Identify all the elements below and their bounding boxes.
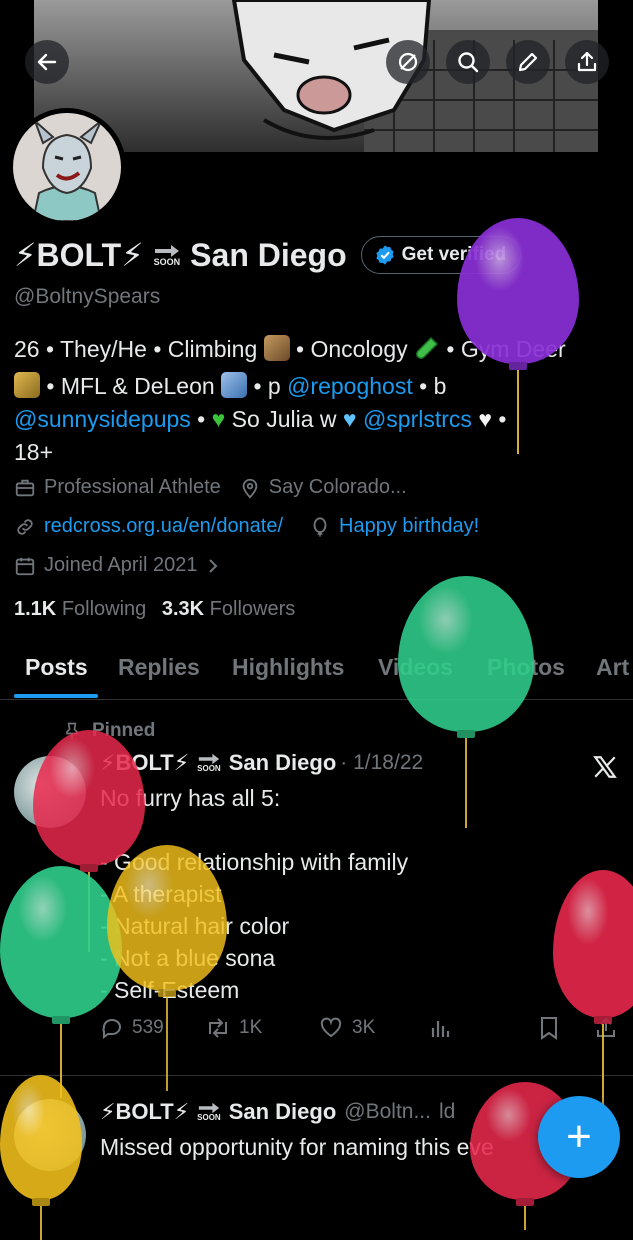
weightlifter-emoji-icon <box>14 372 40 398</box>
profile-meta-row-2: redcross.org.ua/en/donate/ Happy birthda… <box>14 515 479 538</box>
profile-meta-row-1: Professional Athlete Say Colorado... <box>14 476 407 499</box>
post-author-location: San Diego <box>228 750 337 775</box>
hide-icon <box>398 52 418 72</box>
soon-badge: SOON <box>197 753 221 773</box>
analytics-icon <box>431 1021 450 1037</box>
balloon-icon <box>0 1075 82 1240</box>
active-tab-indicator <box>14 694 98 698</box>
verified-badge-icon <box>376 245 394 265</box>
share-icon <box>577 51 597 72</box>
arrow-left-icon <box>37 53 57 71</box>
back-button[interactable] <box>25 40 69 84</box>
following-link[interactable]: 1.1K Following <box>14 598 146 620</box>
post-handle: @Boltn... <box>344 1100 431 1123</box>
birthday-link[interactable]: Happy birthday! <box>339 515 479 538</box>
mention-sprlstrcs[interactable]: @sprlstrcs <box>363 406 472 432</box>
tab-art[interactable]: Art <box>596 654 629 681</box>
balloon-icon <box>398 576 534 828</box>
blue-heart-icon: ♥ <box>342 406 357 432</box>
search-icon <box>458 52 479 73</box>
joined-date: Joined April 2021 <box>44 554 198 576</box>
tab-replies[interactable]: Replies <box>118 654 200 681</box>
balloon-icon <box>0 866 122 1098</box>
profile-meta-row-3[interactable]: Joined April 2021 <box>14 554 221 577</box>
display-name: ⚡BOLT⚡ <box>14 237 144 273</box>
edit-button[interactable] <box>506 40 550 84</box>
chevron-right-icon <box>209 558 218 573</box>
post-time: ld <box>438 1100 456 1123</box>
x-logo-icon <box>593 756 617 778</box>
green-heart-icon: ♥ <box>211 406 226 432</box>
tab-posts[interactable]: Posts <box>25 654 88 681</box>
post-text: Missed opportunity for naming this eve <box>100 1134 494 1160</box>
display-name-location: San Diego <box>190 236 347 273</box>
tab-highlights[interactable]: Highlights <box>232 654 344 681</box>
soon-badge: SOON <box>197 1102 221 1122</box>
profile-website-link[interactable]: redcross.org.ua/en/donate/ <box>44 515 283 538</box>
post-author-name: ⚡BOLT⚡ <box>100 1099 190 1124</box>
arrow-right-icon <box>154 244 179 257</box>
necktie-emoji-icon <box>221 372 248 398</box>
profile-tabs: Posts Replies Highlights Videos Photos A… <box>0 650 633 700</box>
compose-button[interactable]: + <box>538 1096 620 1178</box>
like-button[interactable]: 3K <box>318 1016 375 1040</box>
followers-link[interactable]: 3.3K Followers <box>162 598 295 620</box>
share-button[interactable] <box>565 40 609 84</box>
mention-sunnysidepups[interactable]: @sunnysidepups <box>14 406 191 432</box>
avatar <box>13 113 121 221</box>
calendar-icon <box>15 557 35 575</box>
balloon-icon <box>457 218 579 454</box>
hide-button[interactable] <box>386 40 430 84</box>
post-header: ⚡BOLT⚡ SOON San Diego · 1/18/22 <box>100 750 423 776</box>
edit-icon <box>518 52 538 72</box>
briefcase-icon <box>15 479 35 496</box>
balloon-icon <box>553 870 633 1108</box>
balloon-icon <box>107 845 227 1091</box>
search-button[interactable] <box>446 40 490 84</box>
soon-badge: SOON <box>154 244 180 267</box>
profile-avatar[interactable] <box>8 108 126 226</box>
views-button[interactable] <box>430 1016 452 1040</box>
follow-counts: 1.1K Following 3.3K Followers <box>14 598 295 621</box>
mention-repoghost[interactable]: @repoghost <box>287 373 413 399</box>
location-pin-icon <box>242 478 258 498</box>
balloon-icon <box>313 516 327 537</box>
profile-category: Professional Athlete <box>44 476 221 498</box>
profile-name-row: ⚡BOLT⚡ SOON San Diego Get verified <box>14 236 522 274</box>
post-header: ⚡BOLT⚡ SOON San Diego @Boltn... ld <box>100 1099 455 1125</box>
climbing-emoji-icon <box>263 335 290 361</box>
link-icon <box>17 518 33 535</box>
profile-location: Say Colorado... <box>268 476 407 498</box>
post-author-location: San Diego <box>228 1099 337 1124</box>
heart-icon <box>320 1017 342 1038</box>
profile-handle: @BoltnySpears <box>14 285 161 308</box>
test-tube-emoji-icon <box>414 335 440 370</box>
plus-icon: + <box>566 1112 592 1161</box>
